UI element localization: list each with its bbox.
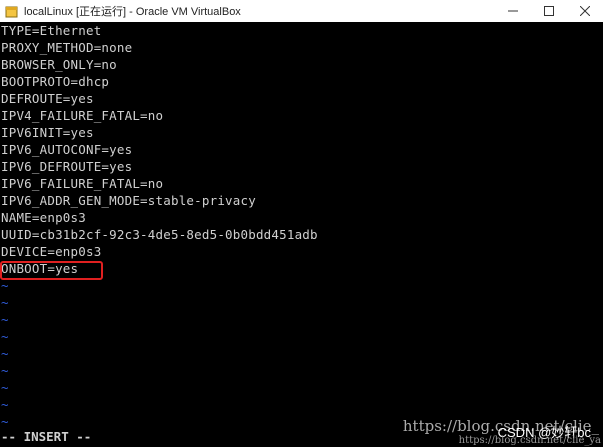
- config-line: IPV4_FAILURE_FATAL=no: [1, 108, 164, 123]
- config-line: PROXY_METHOD=none: [1, 40, 133, 55]
- config-line: IPV6_AUTOCONF=yes: [1, 142, 133, 157]
- config-line: TYPE=Ethernet: [1, 23, 102, 38]
- config-line: IPV6_ADDR_GEN_MODE=stable-privacy: [1, 193, 256, 208]
- empty-line-marker: ~: [1, 380, 9, 395]
- title-bar[interactable]: localLinux [正在运行] - Oracle VM VirtualBox: [0, 0, 603, 22]
- watermark-url-small: https://blog.csdn.net/clie_ya: [458, 435, 601, 446]
- config-line: IPV6_DEFROUTE=yes: [1, 159, 133, 174]
- maximize-icon: [544, 6, 554, 16]
- close-icon: [580, 6, 590, 16]
- empty-line-marker: ~: [1, 397, 9, 412]
- window-controls: [495, 0, 603, 22]
- minimize-button[interactable]: [495, 0, 531, 22]
- vim-mode-indicator: -- INSERT --: [1, 429, 92, 444]
- onboot-highlight-box: [0, 261, 103, 280]
- virtualbox-app-icon: [4, 4, 18, 18]
- window-title: localLinux [正在运行] - Oracle VM VirtualBox: [24, 6, 241, 18]
- minimize-icon: [508, 10, 518, 12]
- config-line: IPV6_FAILURE_FATAL=no: [1, 176, 164, 191]
- config-line: BROWSER_ONLY=no: [1, 57, 117, 72]
- config-line: BOOTPROTO=dhcp: [1, 74, 110, 89]
- config-line: NAME=enp0s3: [1, 210, 86, 225]
- virtualbox-window: localLinux [正在运行] - Oracle VM VirtualBox…: [0, 0, 603, 447]
- config-line: UUID=cb31b2cf-92c3-4de5-8ed5-0b0bdd451ad…: [1, 227, 318, 242]
- config-line: DEFROUTE=yes: [1, 91, 94, 106]
- config-line: IPV6INIT=yes: [1, 125, 94, 140]
- empty-line-marker: ~: [1, 278, 9, 293]
- empty-line-marker: ~: [1, 346, 9, 361]
- empty-line-marker: ~: [1, 363, 9, 378]
- maximize-button[interactable]: [531, 0, 567, 22]
- close-button[interactable]: [567, 0, 603, 22]
- config-line: DEVICE=enp0s3: [1, 244, 102, 259]
- empty-line-marker: ~: [1, 295, 9, 310]
- vm-terminal-screen[interactable]: TYPE=Ethernet PROXY_METHOD=none BROWSER_…: [0, 22, 603, 447]
- empty-line-marker: ~: [1, 312, 9, 327]
- empty-line-marker: ~: [1, 329, 9, 344]
